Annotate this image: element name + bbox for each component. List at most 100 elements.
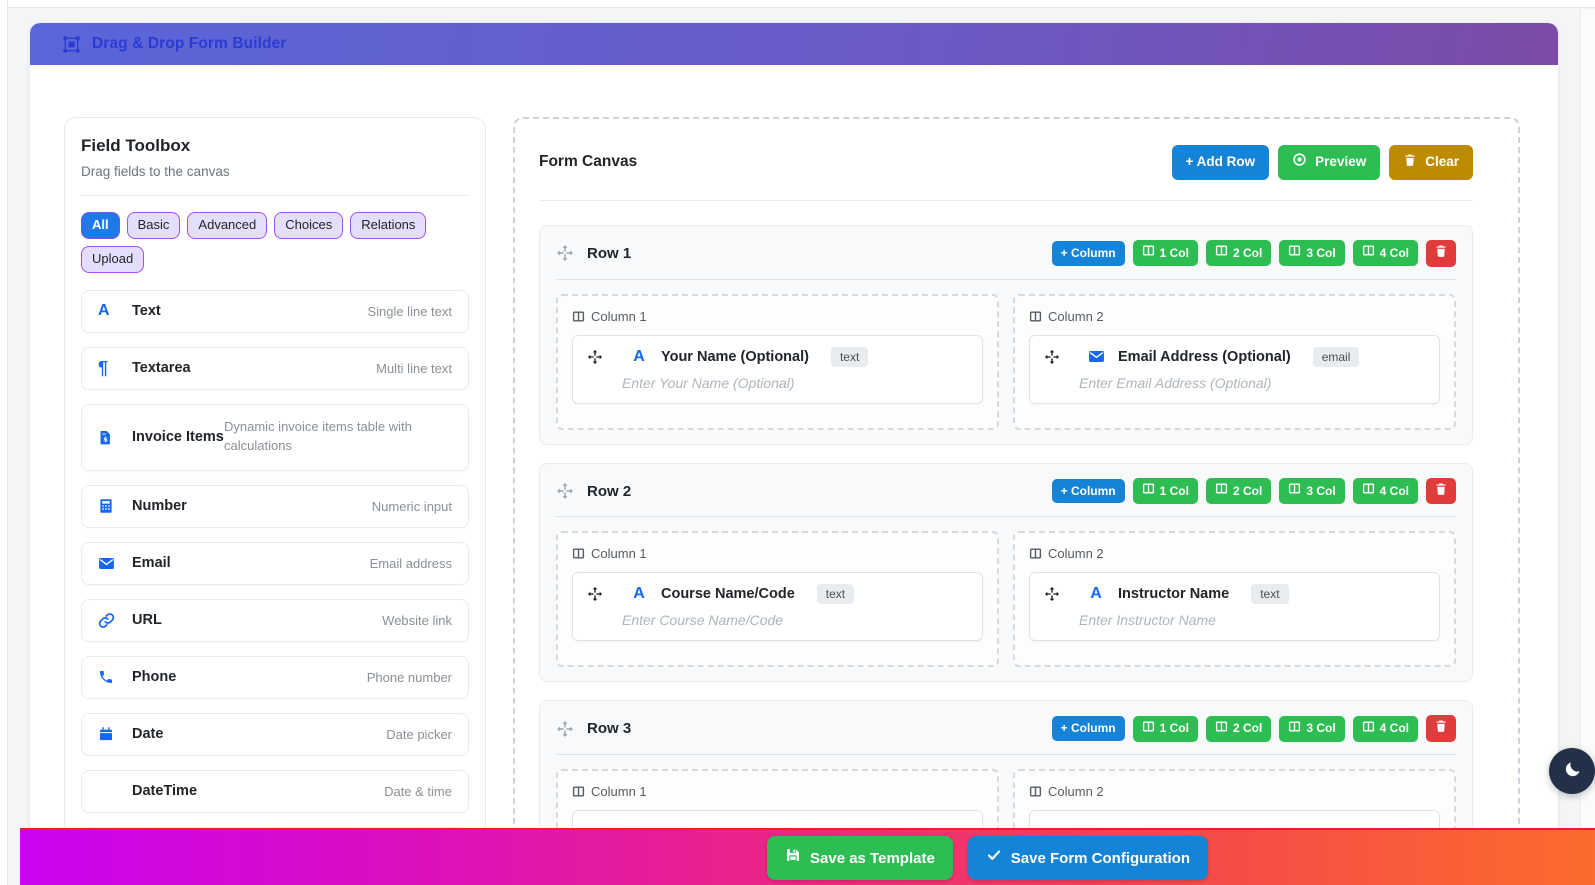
add-row-button[interactable]: + Add Row [1171,145,1270,180]
columns-icon [1288,720,1301,738]
delete-row-button[interactable] [1426,477,1456,505]
move-row-icon[interactable] [556,720,574,738]
set-3-col-button[interactable]: 3 Col [1279,715,1345,742]
field-placeholder: Enter Instructor Name [1079,612,1216,629]
toolbox-item-label: Invoice Items [132,428,224,445]
columns-icon [1142,482,1155,500]
footer-buttons: Save as Template Save Form Configuration [767,836,1208,880]
filter-chip-advanced[interactable]: Advanced [187,212,268,239]
row-title: Row 1 [587,244,632,262]
toolbox-item-email[interactable]: Email Email address [81,541,469,585]
toolbox-item-desc: Numeric input [371,498,452,514]
columns-icon [1029,547,1042,560]
field-label: Email Address (Optional) [1118,348,1291,365]
field-card-course-name-code[interactable]: A Course Name/Code text Enter Course Nam… [572,572,983,642]
set-2-col-button[interactable]: 2 Col [1205,240,1272,267]
text-field-icon: A [633,585,645,603]
form-canvas[interactable]: Form Canvas + Add Row Preview Clear Row … [513,117,1520,885]
trash-icon [1403,153,1417,173]
drag-handle-icon[interactable] [587,349,603,365]
toolbox-item-url[interactable]: URL Website link [81,598,469,642]
set-4-col-button[interactable]: 4 Col [1352,715,1418,742]
toolbox-item-phone[interactable]: Phone Phone number [81,655,469,699]
columns-icon [1215,244,1228,262]
canvas-title: Form Canvas [539,153,638,171]
toolbox-item-list: A Text Single line text ¶ Textarea Multi… [81,289,469,870]
move-row-icon[interactable] [556,244,574,262]
svg-text:$: $ [103,435,108,443]
filter-chip-all[interactable]: All [81,212,120,239]
toolbox-item-datetime[interactable]: DateTime Date & time [81,769,469,813]
column-dropzone[interactable]: Column 2 Email Address (Optional) email … [1013,293,1456,430]
set-1-col-button[interactable]: 1 Col [1132,478,1198,504]
field-placeholder: Enter Your Name (Optional) [622,374,795,391]
set-4-col-button[interactable]: 4 Col [1352,478,1418,504]
toolbox-item-text[interactable]: A Text Single line text [81,289,469,333]
toolbox-item-textarea[interactable]: ¶ Textarea Multi line text [81,346,469,390]
toolbox-item-desc: Multi line text [376,360,452,376]
field-card-your-name-optional[interactable]: A Your Name (Optional) text Enter Your N… [572,334,983,404]
filter-chip-choices[interactable]: Choices [274,212,344,239]
column-dropzone[interactable]: Column 1 A Course Name/Code text Enter C… [556,531,999,668]
floppy-disk-icon [785,847,801,869]
field-card-instructor-name[interactable]: A Instructor Name text Enter Instructor … [1029,572,1440,642]
toolbox-item-number[interactable]: Number Numeric input [81,484,469,528]
canvas-actions: + Add Row Preview Clear [1171,145,1473,180]
field-toolbox-panel: Field Toolbox Drag fields to the canvas … [64,117,486,885]
move-row-icon[interactable] [556,482,574,500]
save-form-configuration-button[interactable]: Save Form Configuration [967,836,1208,880]
field-card-email-address-optional[interactable]: Email Address (Optional) email Enter Ema… [1029,334,1440,404]
drag-handle-icon[interactable] [1044,349,1060,365]
dark-mode-toggle[interactable] [1549,748,1595,794]
delete-row-button[interactable] [1426,715,1456,743]
filter-chip-basic[interactable]: Basic [126,212,181,239]
set-2-col-button[interactable]: 2 Col [1205,478,1272,504]
toolbox-item-label: DateTime [132,783,198,800]
toolbox-item-label: URL [132,612,162,629]
columns-icon [1215,720,1228,738]
column-header: Column 2 [1029,546,1440,561]
add-column-button[interactable]: + Column [1051,478,1125,504]
add-column-button[interactable]: + Column [1051,240,1125,266]
field-placeholder: Enter Email Address (Optional) [1079,374,1272,391]
toolbox-item-date[interactable]: Date Date picker [81,712,469,756]
check-icon [986,847,1002,869]
filter-chip-upload[interactable]: Upload [81,245,145,273]
toolbox-item-desc: Date & time [384,783,452,799]
text-field-icon: A [633,347,645,365]
preview-button[interactable]: Preview [1278,145,1381,180]
field-main-row: A Course Name/Code text [587,584,968,605]
toolbox-item-label: Text [132,303,161,320]
columns-icon [1142,720,1155,738]
column-title: Column 2 [1048,784,1104,800]
page-left-strip [0,0,8,885]
save-as-template-button[interactable]: Save as Template [767,836,953,880]
column-title: Column 2 [1048,308,1104,324]
drag-handle-icon[interactable] [587,586,603,602]
set-1-col-button[interactable]: 1 Col [1132,240,1198,267]
filter-chip-relations[interactable]: Relations [350,212,427,239]
trash-icon [1434,719,1448,738]
envelope-icon [98,555,132,572]
set-2-col-button[interactable]: 2 Col [1205,715,1272,742]
drag-handle-icon[interactable] [1044,586,1060,602]
column-title: Column 1 [591,784,647,800]
field-type-badge: text [830,346,869,367]
column-dropzone[interactable]: Column 1 A Your Name (Optional) text Ent… [556,293,999,430]
add-column-button[interactable]: + Column [1051,716,1125,742]
set-1-col-button[interactable]: 1 Col [1132,715,1198,742]
moon-icon [1563,760,1582,782]
clear-button[interactable]: Clear [1389,145,1473,180]
set-3-col-button[interactable]: 3 Col [1279,478,1345,504]
field-label: Course Name/Code [661,586,795,603]
envelope-field-icon [1087,348,1105,365]
calendar-icon [98,726,132,742]
set-3-col-button[interactable]: 3 Col [1279,240,1345,267]
row-title: Row 3 [587,720,632,738]
row-card-2: Row 2 + Column 1 Col 2 Col 3 Col 4 Col Colu… [539,462,1473,683]
field-label: Instructor Name [1118,586,1230,603]
toolbox-item-invoice-items[interactable]: $ Invoice Items Dynamic invoice items ta… [81,403,469,471]
column-dropzone[interactable]: Column 2 A Instructor Name text Enter In… [1013,531,1456,668]
delete-row-button[interactable] [1426,239,1456,267]
set-4-col-button[interactable]: 4 Col [1352,240,1418,267]
